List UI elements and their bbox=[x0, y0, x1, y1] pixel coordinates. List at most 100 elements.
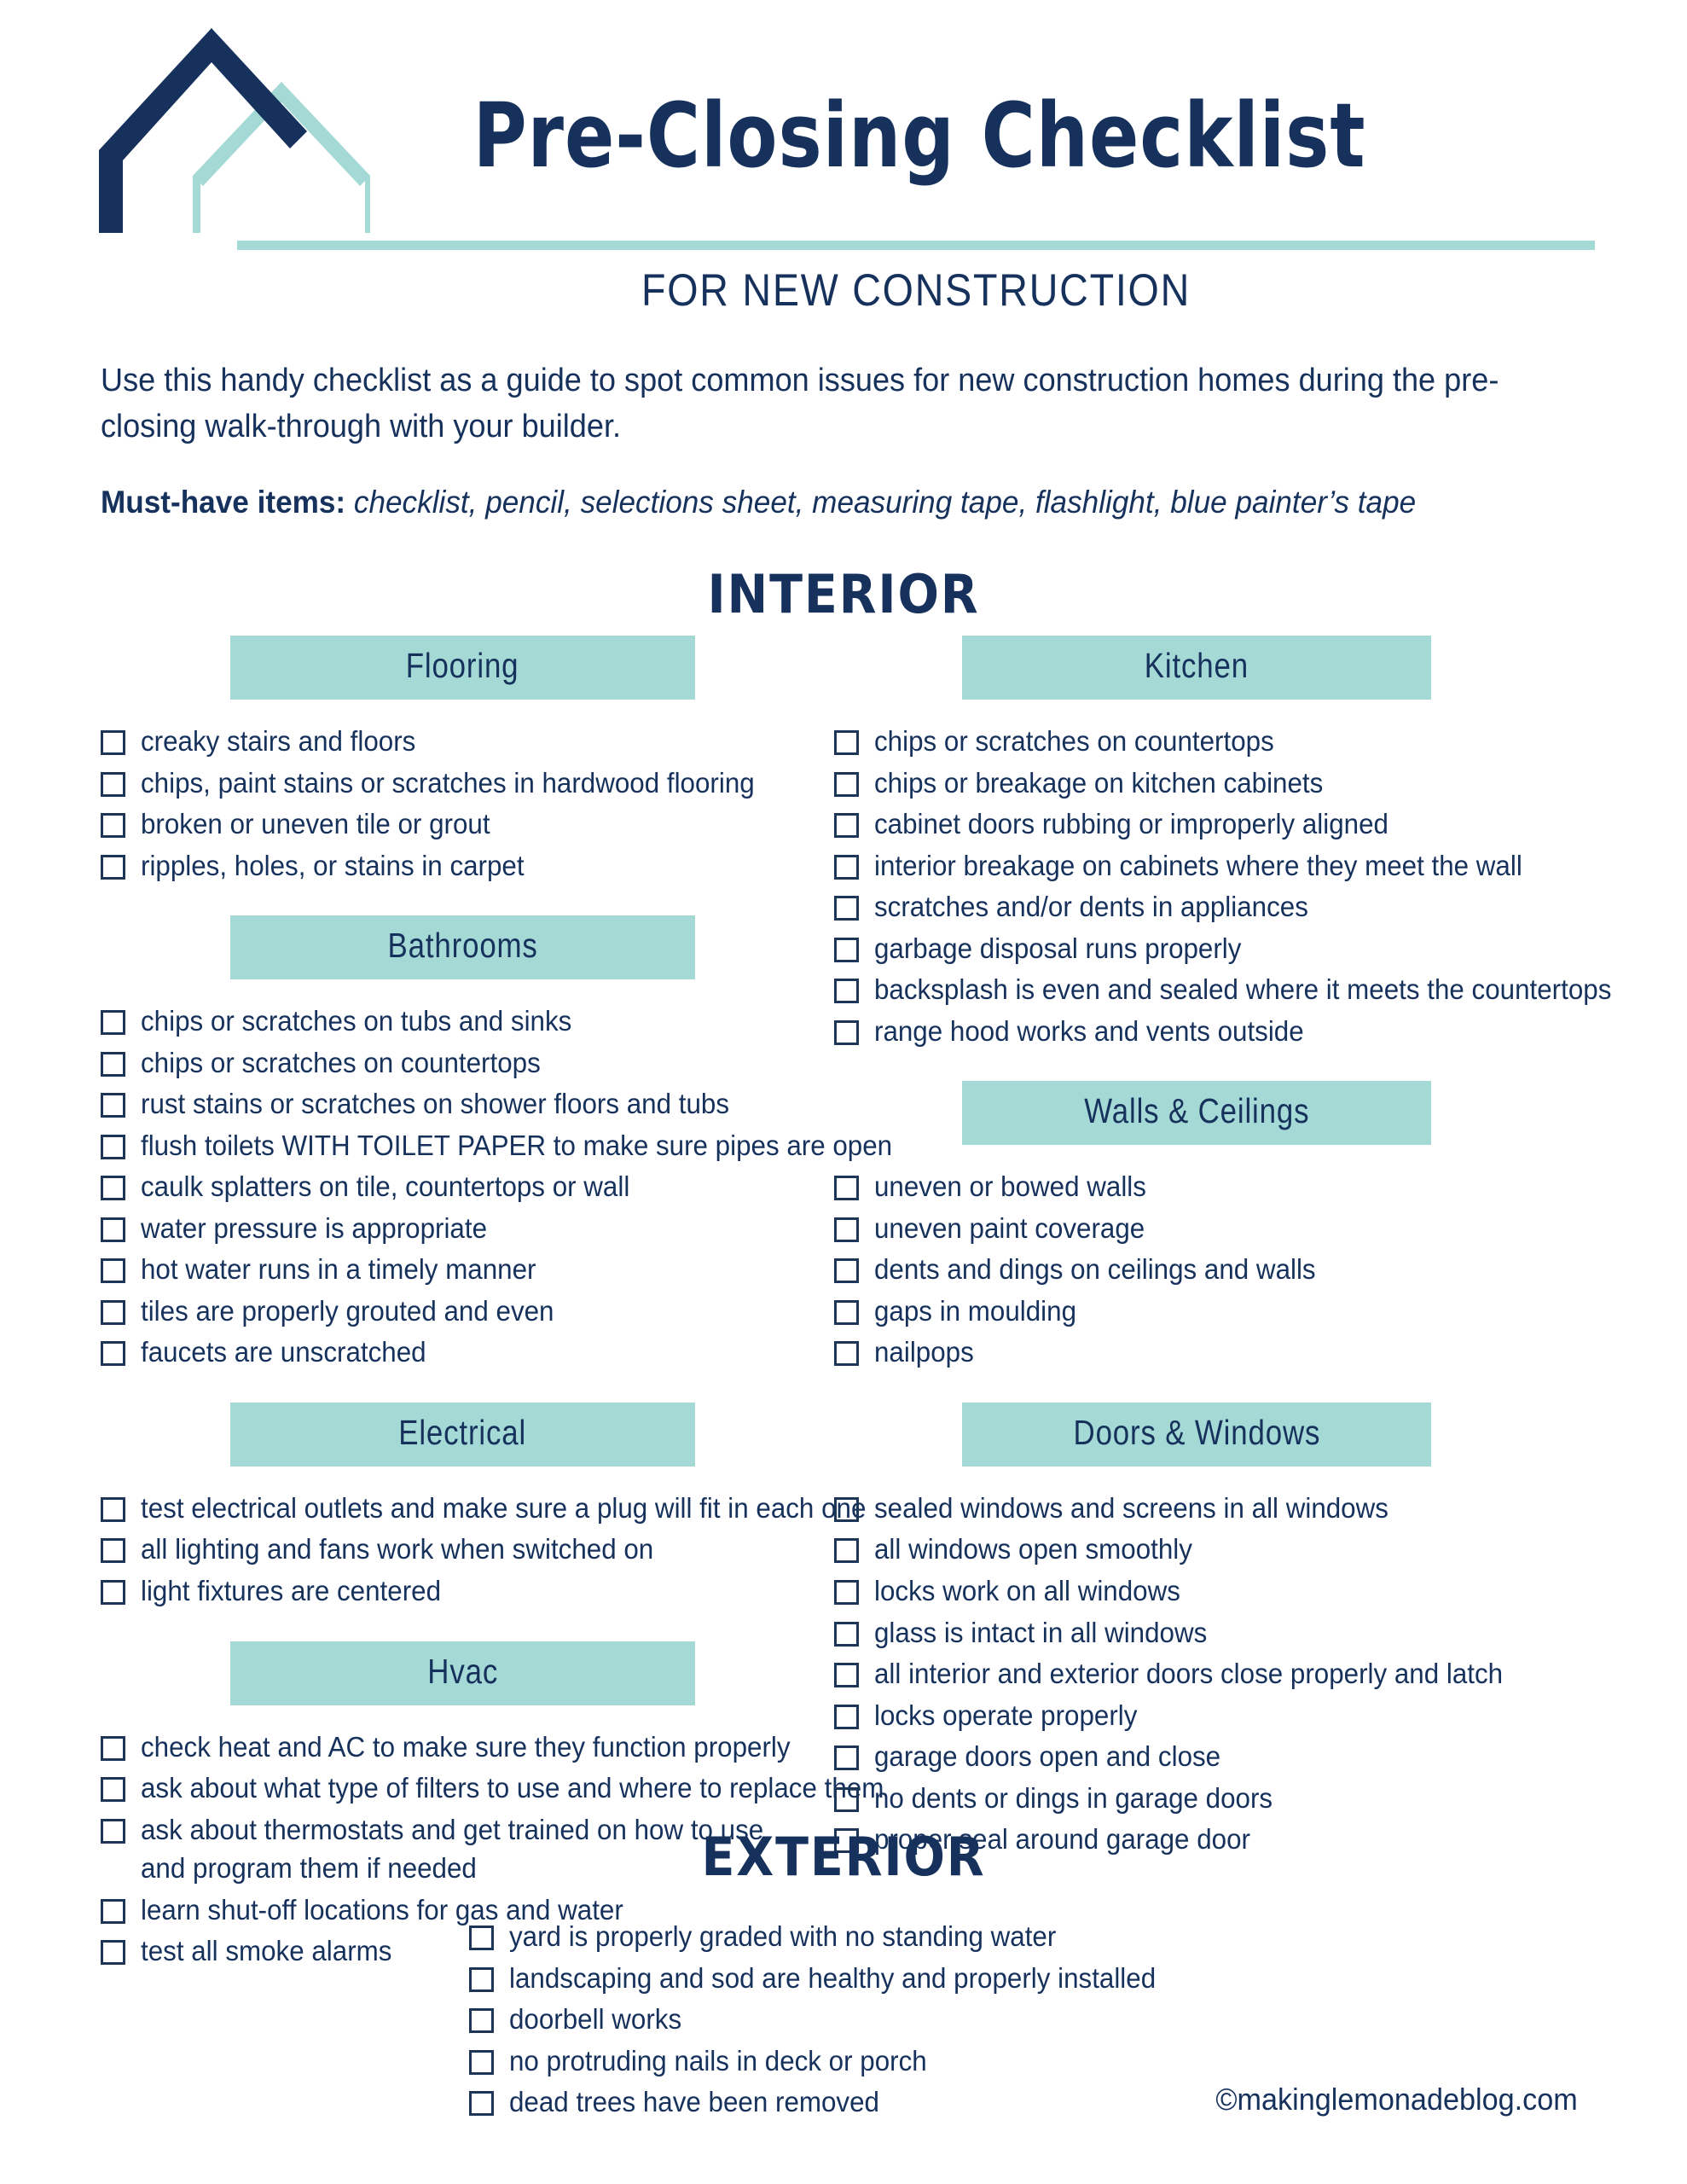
list-item[interactable]: locks operate properly bbox=[834, 1696, 1602, 1735]
checkbox-icon[interactable] bbox=[834, 1538, 859, 1564]
checkbox-icon[interactable] bbox=[101, 1341, 125, 1367]
list-item[interactable]: ask about what type of filters to use an… bbox=[101, 1769, 884, 1808]
checkbox-icon[interactable] bbox=[101, 771, 125, 797]
list-item-label: all lighting and fans work when switched… bbox=[141, 1533, 654, 1565]
list-item-label: doorbell works bbox=[509, 2003, 682, 2036]
list-item[interactable]: no dents or dings in garage doors bbox=[834, 1779, 1602, 1818]
checkbox-icon[interactable] bbox=[834, 1745, 859, 1771]
list-item[interactable]: gaps in moulding bbox=[834, 1292, 1602, 1331]
checkbox-icon[interactable] bbox=[834, 1019, 859, 1045]
list-item[interactable]: all windows open smoothly bbox=[834, 1530, 1602, 1569]
checkbox-icon[interactable] bbox=[834, 1704, 859, 1729]
list-item[interactable]: yard is properly graded with no standing… bbox=[469, 1917, 1083, 1956]
list-item[interactable]: chips or scratches on countertops bbox=[834, 722, 1602, 761]
list-item[interactable]: ripples, holes, or stains in carpet bbox=[101, 846, 817, 886]
list-item[interactable]: garbage disposal runs properly bbox=[834, 929, 1602, 968]
checkbox-icon[interactable] bbox=[834, 1341, 859, 1367]
list-item[interactable]: landscaping and sod are healthy and prop… bbox=[469, 1959, 1156, 1998]
checkbox-icon[interactable] bbox=[101, 1010, 125, 1036]
list-item[interactable]: dents and dings on ceilings and walls bbox=[834, 1250, 1602, 1289]
list-item[interactable]: dead trees have been removed bbox=[469, 2082, 1083, 2122]
list-item[interactable]: chips, paint stains or scratches in hard… bbox=[101, 764, 817, 803]
list-item-label: test electrical outlets and make sure a … bbox=[141, 1491, 867, 1524]
checkbox-icon[interactable] bbox=[834, 896, 859, 921]
checkbox-icon[interactable] bbox=[834, 1496, 859, 1522]
checkbox-icon[interactable] bbox=[469, 2049, 494, 2075]
list-item[interactable]: all lighting and fans work when switched… bbox=[101, 1530, 817, 1569]
checkbox-icon[interactable] bbox=[101, 1258, 125, 1284]
list-item[interactable]: caulk splatters on tile, countertops or … bbox=[101, 1167, 817, 1206]
checkbox-icon[interactable] bbox=[834, 979, 859, 1004]
checkbox-icon[interactable] bbox=[834, 813, 859, 839]
checkbox-icon[interactable] bbox=[101, 1299, 125, 1325]
checkbox-icon[interactable] bbox=[101, 1093, 125, 1118]
list-item[interactable]: nailpops bbox=[834, 1333, 1602, 1372]
list-item-label: cabinet doors rubbing or improperly alig… bbox=[874, 808, 1388, 840]
checkbox-icon[interactable] bbox=[834, 1621, 859, 1647]
checkbox-icon[interactable] bbox=[834, 1786, 859, 1812]
checkbox-icon[interactable] bbox=[834, 1579, 859, 1605]
list-item[interactable]: all interior and exterior doors close pr… bbox=[834, 1654, 1602, 1693]
checkbox-icon[interactable] bbox=[101, 1176, 125, 1201]
list-item[interactable]: sealed windows and screens in all window… bbox=[834, 1489, 1602, 1528]
list-item[interactable]: interior breakage on cabinets where they… bbox=[834, 846, 1602, 886]
checkbox-icon[interactable] bbox=[101, 1134, 125, 1159]
list-item-label: scratches and/or dents in appliances bbox=[874, 891, 1308, 923]
checkbox-icon[interactable] bbox=[101, 1538, 125, 1564]
list-item-label: chips, paint stains or scratches in hard… bbox=[141, 766, 755, 799]
list-item[interactable]: hot water runs in a timely manner bbox=[101, 1250, 817, 1289]
list-item[interactable]: check heat and AC to make sure they func… bbox=[101, 1728, 817, 1767]
checkbox-icon[interactable] bbox=[834, 1217, 859, 1242]
checkbox-icon[interactable] bbox=[101, 813, 125, 839]
list-item[interactable]: test electrical outlets and make sure a … bbox=[101, 1489, 866, 1528]
checkbox-icon[interactable] bbox=[834, 1299, 859, 1325]
checkbox-icon[interactable] bbox=[101, 1579, 125, 1605]
list-item-label: broken or uneven tile or grout bbox=[141, 808, 490, 840]
list-item[interactable]: broken or uneven tile or grout bbox=[101, 804, 817, 844]
list-item[interactable]: glass is intact in all windows bbox=[834, 1613, 1602, 1653]
checkbox-icon[interactable] bbox=[101, 1496, 125, 1522]
list-item[interactable]: doorbell works bbox=[469, 2000, 1083, 2039]
list-item[interactable]: light fixtures are centered bbox=[101, 1571, 817, 1611]
checkbox-icon[interactable] bbox=[101, 1735, 125, 1761]
list-item[interactable]: cabinet doors rubbing or improperly alig… bbox=[834, 804, 1602, 844]
list-item[interactable]: uneven or bowed walls bbox=[834, 1167, 1602, 1206]
list-item[interactable]: no protruding nails in deck or porch bbox=[469, 2042, 1083, 2081]
category-header-doors-windows: Doors & Windows bbox=[962, 1402, 1431, 1467]
checkbox-icon[interactable] bbox=[469, 1926, 494, 1950]
list-item[interactable]: range hood works and vents outside bbox=[834, 1012, 1602, 1051]
title-underline-rule bbox=[237, 241, 1595, 250]
checkbox-icon[interactable] bbox=[101, 854, 125, 880]
checkbox-icon[interactable] bbox=[101, 1777, 125, 1803]
list-item[interactable]: rust stains or scratches on shower floor… bbox=[101, 1084, 817, 1124]
checkbox-icon[interactable] bbox=[101, 730, 125, 755]
list-item[interactable]: chips or scratches on tubs and sinks bbox=[101, 1002, 817, 1041]
list-item[interactable]: water pressure is appropriate bbox=[101, 1209, 817, 1248]
checkbox-icon[interactable] bbox=[834, 730, 859, 755]
checkbox-icon[interactable] bbox=[469, 2008, 494, 2034]
exterior-section-title: EXTERIOR bbox=[701, 1826, 986, 1888]
list-item[interactable]: uneven paint coverage bbox=[834, 1209, 1602, 1248]
list-item[interactable]: chips or scratches on countertops bbox=[101, 1043, 817, 1083]
list-item[interactable]: flush toilets WITH TOILET PAPER to make … bbox=[101, 1126, 892, 1165]
list-item[interactable]: faucets are unscratched bbox=[101, 1333, 817, 1372]
checkbox-icon[interactable] bbox=[469, 2091, 494, 2117]
checkbox-icon[interactable] bbox=[834, 937, 859, 962]
checkbox-icon[interactable] bbox=[101, 1051, 125, 1077]
list-item[interactable]: chips or breakage on kitchen cabinets bbox=[834, 764, 1602, 803]
list-item[interactable]: locks work on all windows bbox=[834, 1571, 1602, 1611]
checkbox-icon[interactable] bbox=[834, 1258, 859, 1284]
list-item[interactable]: scratches and/or dents in appliances bbox=[834, 887, 1602, 926]
checkbox-icon[interactable] bbox=[101, 1217, 125, 1242]
category-label-kitchen: Kitchen bbox=[1144, 646, 1249, 685]
checkbox-icon[interactable] bbox=[834, 1176, 859, 1201]
list-item[interactable]: backsplash is even and sealed where it m… bbox=[834, 970, 1611, 1009]
checkbox-icon[interactable] bbox=[834, 771, 859, 797]
list-item[interactable]: tiles are properly grouted and even bbox=[101, 1292, 817, 1331]
checkbox-icon[interactable] bbox=[469, 1966, 494, 1992]
list-item[interactable]: creaky stairs and floors bbox=[101, 722, 817, 761]
checkbox-icon[interactable] bbox=[834, 854, 859, 880]
checkbox-icon[interactable] bbox=[834, 1663, 859, 1688]
list-item-label: water pressure is appropriate bbox=[141, 1211, 488, 1244]
list-item[interactable]: garage doors open and close bbox=[834, 1737, 1602, 1776]
